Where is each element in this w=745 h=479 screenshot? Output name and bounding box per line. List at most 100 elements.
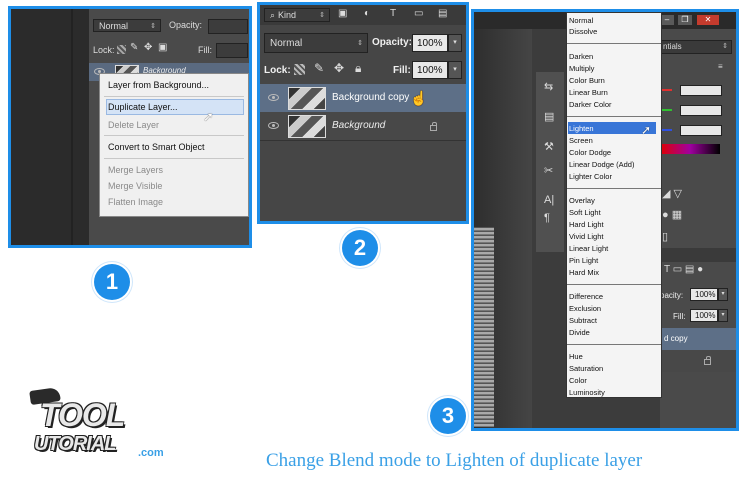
red-value-field[interactable] bbox=[680, 85, 722, 96]
blend-lighten[interactable]: Lighten bbox=[569, 123, 594, 134]
panel-1-fill-field[interactable] bbox=[216, 43, 248, 58]
blend-hard-light[interactable]: Hard Light bbox=[569, 219, 604, 230]
blend-mode-list: Normal Dissolve Darken Multiply Color Bu… bbox=[566, 12, 662, 398]
blend-linear-burn[interactable]: Linear Burn bbox=[569, 87, 608, 98]
panel-3-opacity-stepper[interactable]: ▾ bbox=[718, 288, 728, 301]
lock-all-icon[interactable]: 🔒︎ bbox=[355, 61, 361, 76]
blend-divide[interactable]: Divide bbox=[569, 327, 590, 338]
chevron-updown-icon: ⇕ bbox=[357, 40, 363, 47]
menu-item-merge-layers[interactable]: Merge Layers bbox=[100, 163, 248, 177]
brushes-icon[interactable]: ✂ bbox=[544, 164, 553, 177]
minimize-icon[interactable]: – bbox=[660, 15, 674, 25]
panel-1-context-menu: Layer from Background... Duplicate Layer… bbox=[99, 73, 249, 217]
panel-2-fill-stepper[interactable]: ▾ bbox=[448, 61, 462, 79]
lock-all-icon[interactable]: ▣ bbox=[158, 42, 167, 53]
panel-3-opacity-value: 100% bbox=[695, 290, 716, 299]
blend-color-dodge[interactable]: Color Dodge bbox=[569, 147, 611, 158]
blend-exclusion[interactable]: Exclusion bbox=[569, 303, 601, 314]
panel-2-opacity-stepper[interactable]: ▾ bbox=[448, 34, 462, 52]
menu-item-layer-from-background[interactable]: Layer from Background... bbox=[100, 78, 248, 92]
blend-lighter-color[interactable]: Lighter Color bbox=[569, 171, 612, 182]
chevron-updown-icon: ⇕ bbox=[722, 43, 728, 50]
blend-vivid-light[interactable]: Vivid Light bbox=[569, 231, 603, 242]
menu-separator bbox=[104, 158, 244, 159]
close-icon[interactable]: ✕ bbox=[697, 15, 719, 25]
logo-line1: TOOL bbox=[40, 397, 125, 433]
properties-icon[interactable]: ▤ bbox=[544, 110, 554, 123]
history-icon[interactable]: ⇆ bbox=[544, 80, 553, 93]
shape-filter-icon[interactable]: ▭ bbox=[414, 8, 423, 19]
adjustment-icons-row2[interactable]: ● ▦ bbox=[662, 208, 682, 221]
panel-3-layer-row-copy[interactable]: d copy bbox=[660, 328, 736, 350]
blend-color-burn[interactable]: Color Burn bbox=[569, 75, 605, 86]
panel-2-kind-filter[interactable]: ⌕ Kind ⇕ bbox=[264, 8, 330, 22]
blend-darker-color[interactable]: Darker Color bbox=[569, 99, 612, 110]
pixel-filter-icon[interactable]: ▣ bbox=[338, 8, 347, 19]
menu-item-delete-layer[interactable]: Delete Layer bbox=[100, 118, 248, 132]
blend-difference[interactable]: Difference bbox=[569, 291, 603, 302]
visibility-eye-icon[interactable] bbox=[268, 122, 279, 129]
panel-2-blend-mode[interactable]: Normal ⇕ bbox=[264, 33, 368, 53]
blend-soft-light[interactable]: Soft Light bbox=[569, 207, 601, 218]
brush-settings-icon[interactable]: ⚒ bbox=[544, 140, 554, 153]
adjustment-icons[interactable]: ◢ ▽ bbox=[662, 187, 682, 200]
blend-subtract[interactable]: Subtract bbox=[569, 315, 597, 326]
adjustment-filter-icon[interactable]: ◐ bbox=[364, 8, 370, 19]
blend-normal[interactable]: Normal bbox=[569, 15, 593, 26]
panel-3-fill-label: Fill: bbox=[673, 312, 686, 321]
brush-icon[interactable]: ✎ bbox=[314, 61, 324, 75]
blend-luminosity[interactable]: Luminosity bbox=[569, 387, 605, 398]
blend-dissolve[interactable]: Dissolve bbox=[569, 26, 597, 37]
blend-linear-dodge[interactable]: Linear Dodge (Add) bbox=[569, 159, 634, 170]
layer-thumbnail bbox=[288, 115, 326, 138]
green-value-field[interactable] bbox=[680, 105, 722, 116]
blend-overlay[interactable]: Overlay bbox=[569, 195, 595, 206]
blend-color[interactable]: Color bbox=[569, 375, 587, 386]
blend-hard-mix[interactable]: Hard Mix bbox=[569, 267, 599, 278]
blend-darken[interactable]: Darken bbox=[569, 51, 593, 62]
brush-icon[interactable]: ✎ bbox=[130, 42, 138, 53]
panel-2-opacity-field[interactable]: 100% bbox=[412, 34, 448, 52]
panel-3-opacity-field[interactable]: 100% bbox=[690, 288, 718, 301]
type-filter-icon[interactable]: T bbox=[390, 8, 396, 19]
character-icon[interactable]: A| bbox=[544, 194, 554, 206]
workspace-dropdown[interactable]: ntials ⇕ bbox=[660, 40, 732, 54]
blend-multiply[interactable]: Multiply bbox=[569, 63, 594, 74]
layer-filter-icons[interactable]: T ▭ ▤ ● bbox=[664, 264, 703, 275]
restore-icon[interactable]: ❐ bbox=[678, 15, 692, 25]
menu-item-convert-smart-object[interactable]: Convert to Smart Object bbox=[100, 140, 248, 154]
smart-filter-icon[interactable]: ▤ bbox=[438, 8, 447, 19]
menu-item-duplicate-layer[interactable]: Duplicate Layer... bbox=[100, 100, 248, 114]
panel-2-opacity-value: 100% bbox=[417, 37, 443, 49]
adjustment-icons-row3[interactable]: ▯ bbox=[662, 230, 668, 243]
lock-pixels-icon[interactable] bbox=[117, 45, 126, 54]
move-icon[interactable]: ✥ bbox=[144, 42, 152, 53]
blend-pin-light[interactable]: Pin Light bbox=[569, 255, 598, 266]
panel-3-fill-field[interactable]: 100% bbox=[690, 309, 718, 322]
panel-3-layer-row-background[interactable] bbox=[660, 350, 736, 372]
blue-value-field[interactable] bbox=[680, 125, 722, 136]
blend-hue[interactable]: Hue bbox=[569, 351, 583, 362]
panel-3-fill-value: 100% bbox=[695, 311, 716, 320]
color-ramp[interactable] bbox=[660, 144, 720, 154]
blend-screen[interactable]: Screen bbox=[569, 135, 593, 146]
move-icon[interactable]: ✥ bbox=[334, 61, 344, 75]
blend-saturation[interactable]: Saturation bbox=[569, 363, 603, 374]
layer-row-background[interactable]: Background bbox=[260, 112, 466, 141]
panel-2-fill-field[interactable]: 100% bbox=[412, 61, 448, 79]
layer-row-background-copy[interactable]: Background copy ☝ bbox=[260, 84, 466, 113]
panel-1-opacity-field[interactable] bbox=[208, 19, 248, 34]
panel-menu-icon[interactable]: ≡ bbox=[718, 62, 723, 71]
paragraph-icon[interactable]: ¶ bbox=[544, 212, 550, 224]
blend-linear-light[interactable]: Linear Light bbox=[569, 243, 608, 254]
menu-item-flatten-image[interactable]: Flatten Image bbox=[100, 195, 248, 209]
visibility-eye-icon[interactable] bbox=[268, 94, 279, 101]
lock-pixels-icon[interactable] bbox=[294, 64, 305, 75]
blend-separator bbox=[567, 188, 661, 189]
menu-item-merge-visible[interactable]: Merge Visible bbox=[100, 179, 248, 193]
layer-name-background-copy: Background copy bbox=[332, 92, 410, 103]
panel-2-frame: ⌕ Kind ⇕ ▣ ◐ T ▭ ▤ Normal ⇕ Opacity: 100… bbox=[257, 2, 469, 224]
panel-3-fill-stepper[interactable]: ▾ bbox=[718, 309, 728, 322]
panel-1-left-dark bbox=[11, 9, 89, 245]
panel-1-blend-mode[interactable]: Normal ⇕ bbox=[93, 19, 161, 32]
